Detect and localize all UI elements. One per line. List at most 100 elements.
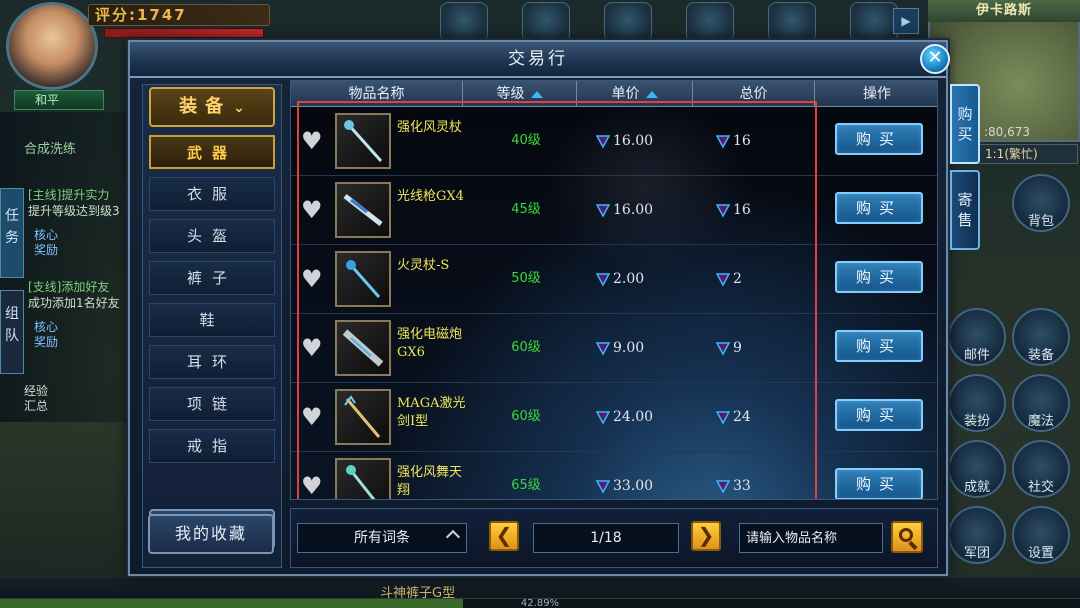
category-header-equipment[interactable]: 装备 ⌄: [149, 87, 275, 127]
quest-reward[interactable]: 核心奖励: [34, 320, 64, 350]
tab-consign[interactable]: 寄售: [950, 170, 980, 250]
category-item-weapon[interactable]: 武器: [149, 135, 275, 169]
buy-button[interactable]: 购买: [835, 123, 923, 155]
diamond-currency-icon: [595, 342, 611, 356]
item-search-input[interactable]: [739, 523, 883, 553]
exp-summary[interactable]: 经验汇总: [24, 384, 58, 414]
bag-icon[interactable]: 背包: [1012, 174, 1070, 232]
quest-tab[interactable]: 任务: [0, 188, 24, 278]
favorite-heart-icon[interactable]: ♥: [301, 474, 327, 498]
diamond-currency-icon: [595, 273, 611, 287]
unit-price: 16.00: [613, 202, 654, 218]
favorite-heart-icon[interactable]: ♥: [301, 129, 327, 153]
team-tab[interactable]: 组队: [0, 290, 24, 374]
category-item-shoes[interactable]: 鞋: [149, 303, 275, 337]
tab-buy[interactable]: 购买: [950, 84, 980, 164]
category-item-clothes[interactable]: 衣服: [149, 177, 275, 211]
unit-price: 33.00: [613, 478, 654, 494]
buy-button[interactable]: 购买: [835, 330, 923, 362]
next-page-button[interactable]: ❯: [691, 521, 721, 551]
server-line[interactable]: 1:1(繁忙): [978, 144, 1078, 164]
player-avatar[interactable]: [6, 2, 98, 90]
favorite-heart-icon[interactable]: ♥: [301, 336, 327, 360]
window-title: 交易行: [508, 49, 568, 69]
table-row: ♥ 火灵杖-S 50级 2.00 2 购买: [291, 245, 937, 314]
exp-bar-fill: [0, 599, 464, 608]
item-name: 火灵杖-S: [397, 258, 450, 273]
exp-percent: 42.89%: [520, 598, 560, 608]
buy-button[interactable]: 购买: [835, 468, 923, 499]
top-menu-icon[interactable]: [850, 2, 898, 42]
prev-page-button[interactable]: ❮: [489, 521, 519, 551]
item-icon-staff[interactable]: [335, 113, 391, 169]
diamond-currency-icon: [595, 135, 611, 149]
item-icon-sword[interactable]: [335, 389, 391, 445]
buy-button[interactable]: 购买: [835, 399, 923, 431]
item-icon-staff[interactable]: [335, 251, 391, 307]
top-menu-icon[interactable]: [440, 2, 488, 42]
peace-mode-toggle[interactable]: 和平: [14, 90, 104, 110]
favorites-button[interactable]: 我的收藏: [148, 514, 274, 554]
trading-window: 交易行 ✕ 装备⌄ 武器 衣服 头盔 裤子 鞋 耳环 项链 戒指 其他^ 我的收…: [128, 40, 950, 576]
unit-price: 16.00: [613, 133, 654, 149]
item-icon-staff[interactable]: [335, 458, 391, 499]
category-item-pants[interactable]: 裤子: [149, 261, 275, 295]
window-titlebar: 交易行: [130, 42, 946, 78]
column-header-unit-price[interactable]: 单价: [577, 81, 693, 107]
search-button[interactable]: [891, 521, 923, 553]
total-price: 16: [733, 133, 751, 149]
buy-button[interactable]: 购买: [835, 192, 923, 224]
column-header-total-price: 总价: [693, 81, 815, 107]
category-item-earrings[interactable]: 耳环: [149, 345, 275, 379]
buy-button[interactable]: 购买: [835, 261, 923, 293]
settings-icon[interactable]: 设置: [1012, 506, 1070, 564]
filter-value: 所有词条: [354, 530, 410, 546]
favorite-heart-icon[interactable]: ♥: [301, 405, 327, 429]
total-price: 2: [733, 271, 742, 287]
quest-reward[interactable]: 核心奖励: [34, 228, 64, 258]
top-menu-icon[interactable]: [604, 2, 652, 42]
item-icon-cannon[interactable]: [335, 320, 391, 376]
diamond-currency-icon: [715, 342, 731, 356]
favorite-heart-icon[interactable]: ♥: [301, 267, 327, 291]
magic-icon[interactable]: 魔法: [1012, 374, 1070, 432]
close-icon[interactable]: ✕: [920, 44, 950, 74]
quest-text[interactable]: 合成洗练: [24, 142, 76, 157]
table-row: ♥ MAGA激光剑I型 60级 24.00 24 购买: [291, 383, 937, 452]
equipment-icon[interactable]: 装备: [1012, 308, 1070, 366]
favorite-heart-icon[interactable]: ♥: [301, 198, 327, 222]
map-name: 伊卡路斯: [928, 0, 1080, 22]
item-name: 强化风灵杖: [397, 120, 463, 135]
unit-price: 9.00: [613, 340, 645, 356]
mail-icon[interactable]: 邮件: [948, 308, 1006, 366]
pagination-controls: 所有词条 ❮ 1/18 ❯: [290, 508, 938, 568]
total-price: 9: [733, 340, 742, 356]
diamond-currency-icon: [595, 411, 611, 425]
top-menu-icon[interactable]: [768, 2, 816, 42]
category-item-helmet[interactable]: 头盔: [149, 219, 275, 253]
exp-bar: 42.89%: [0, 598, 1080, 608]
table-row: ♥ 强化风舞天翔 65级 33.00 33 购买: [291, 452, 937, 499]
column-header-level[interactable]: 等级: [463, 81, 577, 107]
listing-rows: ♥ 强化风灵杖 40级 16.00 16 购买 ♥ 光线枪GX4 45级 16.…: [291, 107, 937, 499]
category-item-ring[interactable]: 戒指: [149, 429, 275, 463]
category-sidebar: 装备⌄ 武器 衣服 头盔 裤子 鞋 耳环 项链 戒指 其他^: [142, 84, 282, 568]
achievement-icon[interactable]: 成就: [948, 440, 1006, 498]
quest-text[interactable]: [支线]添加好友: [28, 280, 109, 295]
category-item-necklace[interactable]: 项链: [149, 387, 275, 421]
diamond-currency-icon: [595, 480, 611, 494]
top-menu-icon[interactable]: [686, 2, 734, 42]
outfit-icon[interactable]: 装扮: [948, 374, 1006, 432]
legion-icon[interactable]: 军团: [948, 506, 1006, 564]
item-icon-gun[interactable]: [335, 182, 391, 238]
page-indicator: 1/18: [533, 523, 679, 553]
expand-arrow-icon[interactable]: ▶: [893, 8, 919, 34]
table-header: 物品名称 等级 单价 总价 操作: [291, 81, 937, 107]
top-menu-icon[interactable]: [522, 2, 570, 42]
item-level: 50级: [511, 271, 541, 286]
item-name: 光线枪GX4: [397, 189, 464, 204]
quest-text[interactable]: [主线]提升实力: [28, 188, 109, 203]
quest-text: 成功添加1名好友: [28, 296, 120, 310]
social-icon[interactable]: 社交: [1012, 440, 1070, 498]
attribute-filter-select[interactable]: 所有词条: [297, 523, 467, 553]
